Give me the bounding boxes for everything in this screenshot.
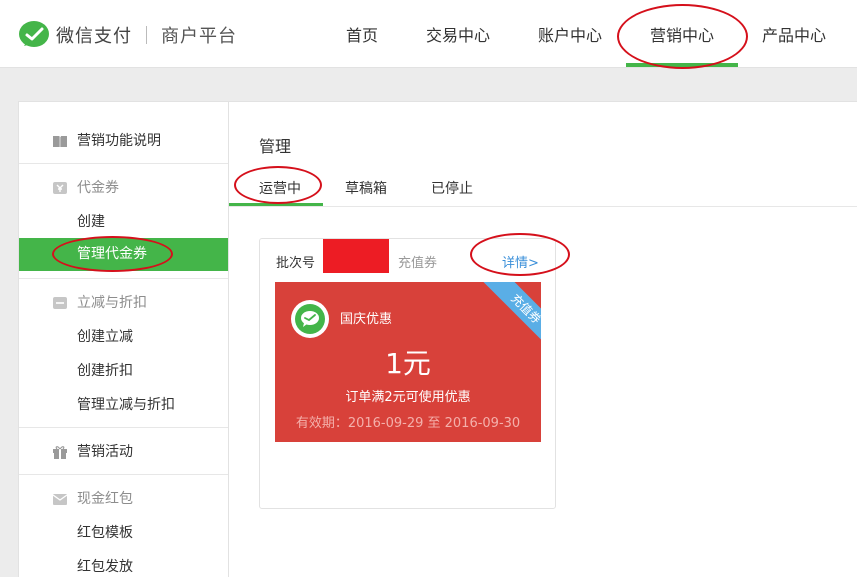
nav-active-indicator: [626, 63, 738, 67]
page-title: 管理: [259, 137, 292, 156]
nav-account[interactable]: 账户中心: [538, 24, 602, 48]
wechat-pay-logo-icon: [19, 21, 49, 47]
sidebar-section-redpacket: 现金红包: [19, 489, 228, 509]
details-link[interactable]: 详情>: [502, 252, 539, 271]
coupon-value: 1元: [385, 347, 431, 380]
sidebar: 营销功能说明 代金券 创建 管理代金券 立减与折扣 创建立减 创建折扣 管理立减…: [19, 102, 229, 577]
coupon-condition: 订单满2元可使用优惠: [345, 390, 471, 405]
sidebar-item-label: 管理立减与折扣: [77, 397, 175, 413]
sidebar-item-create-reduction[interactable]: 创建立减: [19, 327, 228, 347]
nav-marketing[interactable]: 营销中心: [650, 24, 714, 48]
logo-divider: [146, 26, 147, 44]
tab-stopped[interactable]: 已停止: [431, 178, 473, 198]
sidebar-divider: [19, 427, 228, 428]
chat-bubble-icon: [301, 311, 319, 327]
voucher-card: 批次号 充值券 详情> 国庆优惠 1元 订单满2元可使用优惠 有效期：2016-…: [259, 238, 556, 509]
sidebar-section-discount: 立减与折扣: [19, 293, 228, 313]
sidebar-item-label: 红包模板: [77, 525, 133, 541]
sidebar-section-label: 代金券: [77, 180, 119, 196]
gift-icon: [53, 446, 67, 459]
sidebar-item-label: 营销功能说明: [77, 133, 161, 149]
coupon-validity: 有效期：2016-09-29 至 2016-09-30: [295, 416, 521, 431]
sidebar-item-label: 营销活动: [77, 444, 133, 460]
nav-transactions[interactable]: 交易中心: [426, 24, 490, 48]
yen-icon: [53, 182, 67, 194]
sidebar-item-marketing-activity[interactable]: 营销活动: [19, 442, 228, 462]
sidebar-section-label: 立减与折扣: [77, 295, 147, 311]
logo[interactable]: 微信支付 商户平台: [18, 20, 237, 50]
sidebar-item-label: 创建立减: [77, 329, 133, 345]
sidebar-item-label: 管理代金券: [77, 246, 147, 262]
nav-products[interactable]: 产品中心: [762, 24, 826, 48]
sidebar-item-create-voucher[interactable]: 创建: [19, 212, 228, 232]
sidebar-divider: [19, 474, 228, 475]
sidebar-item-label: 创建折扣: [77, 363, 133, 379]
tab-active-running[interactable]: 运营中: [259, 178, 301, 198]
minus-badge-icon: [53, 297, 67, 309]
sidebar-item-manage-discount[interactable]: 管理立减与折扣: [19, 395, 228, 415]
platform-name: 商户平台: [161, 26, 237, 47]
book-icon: [53, 136, 67, 147]
sidebar-item-redpacket-template[interactable]: 红包模板: [19, 523, 228, 543]
voucher-type-label: 充值券: [398, 256, 438, 271]
tab-drafts[interactable]: 草稿箱: [345, 178, 387, 198]
tab-bar: 运营中 草稿箱 已停止: [229, 168, 857, 207]
sidebar-item-label: 红包发放: [77, 559, 133, 575]
merchant-avatar-inner: [295, 304, 325, 334]
envelope-icon: [52, 494, 68, 505]
sidebar-divider: [19, 163, 228, 164]
sidebar-item-manage-voucher[interactable]: 管理代金券: [19, 238, 228, 271]
coupon-name: 国庆优惠: [340, 312, 393, 327]
sidebar-item-create-discount[interactable]: 创建折扣: [19, 361, 228, 381]
main-panel: 管理 运营中 草稿箱 已停止 批次号 充值券 详情> 国庆优惠 1元 订单满2元…: [229, 102, 857, 577]
brand-name: 微信支付: [56, 26, 132, 47]
sidebar-item-label: 创建: [77, 214, 105, 230]
sidebar-item-redpacket-send[interactable]: 红包发放: [19, 557, 228, 577]
coupon-preview[interactable]: 国庆优惠 1元 订单满2元可使用优惠 有效期：2016-09-29 至 2016…: [275, 282, 541, 442]
sidebar-divider: [19, 278, 228, 279]
top-header: 微信支付 商户平台 首页 交易中心 账户中心 营销中心 产品中心: [0, 0, 857, 68]
content-area: 营销功能说明 代金券 创建 管理代金券 立减与折扣 创建立减 创建折扣 管理立减…: [18, 101, 857, 577]
redacted-batch-number: [323, 239, 389, 273]
sidebar-section-voucher: 代金券: [19, 178, 228, 198]
merchant-avatar: [291, 300, 329, 338]
tab-active-indicator: [229, 203, 323, 206]
sidebar-item-marketing-intro[interactable]: 营销功能说明: [19, 131, 228, 151]
nav-home[interactable]: 首页: [346, 24, 378, 48]
sidebar-section-label: 现金红包: [77, 491, 133, 507]
batch-number-label: 批次号: [276, 256, 316, 271]
